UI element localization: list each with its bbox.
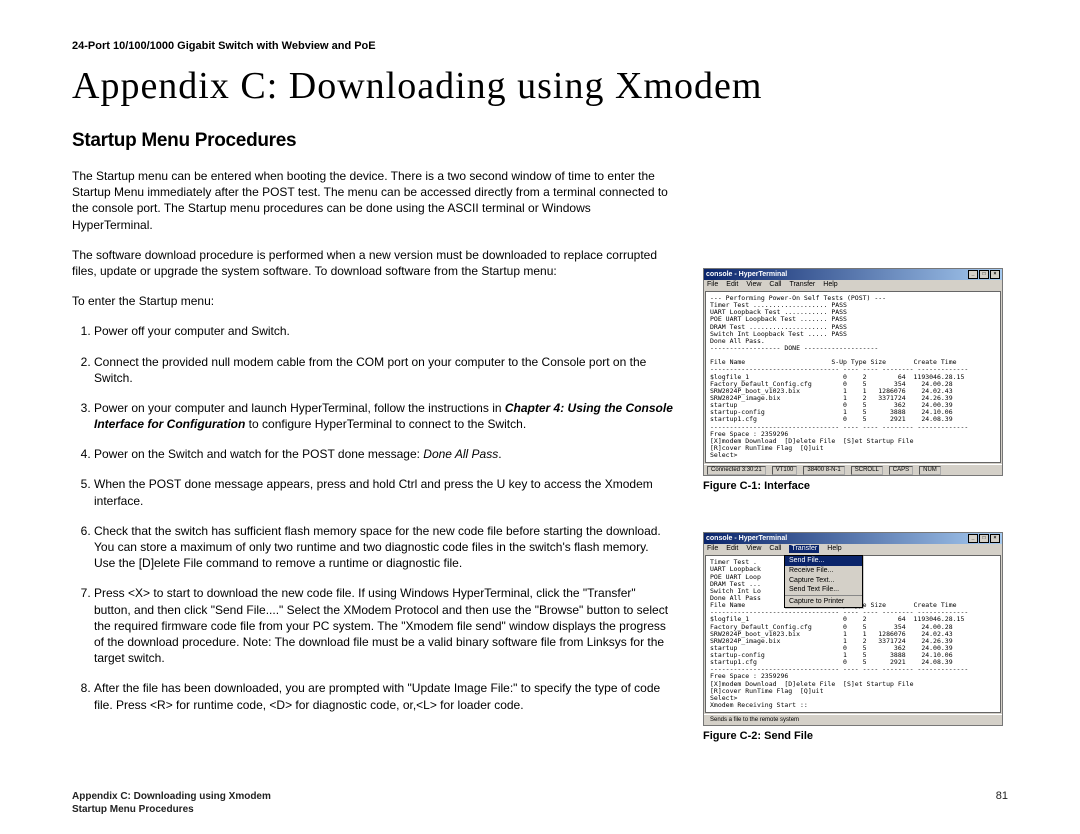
appendix-title: Appendix C: Downloading using Xmodem <box>72 64 1008 108</box>
step-4: Power on the Switch and watch for the PO… <box>94 446 673 462</box>
menu-edit: Edit <box>726 281 738 289</box>
text-column: The Startup menu can be entered when boo… <box>72 168 673 782</box>
para-3: To enter the Startup menu: <box>72 293 673 309</box>
figure-column: console - HyperTerminal _ □ × File Edit … <box>703 168 1008 782</box>
step-4b: Done All Pass <box>423 447 498 461</box>
page-footer: Appendix C: Downloading using Xmodem Sta… <box>72 790 1008 816</box>
step-5: When the POST done message appears, pres… <box>94 476 673 508</box>
dropdown-receive-file: Receive File... <box>785 566 862 576</box>
figure-c2: console - HyperTerminal _ □ × File Edit … <box>703 532 1008 742</box>
menubar-1: File Edit View Call Transfer Help <box>704 280 1002 290</box>
transfer-dropdown: Send File... Receive File... Capture Tex… <box>784 555 863 607</box>
menu-view: View <box>746 545 761 553</box>
status-hint: Sends a file to the remote system <box>707 717 802 724</box>
menu-transfer: Transfer <box>789 281 815 289</box>
menu-help: Help <box>827 545 841 553</box>
step-3c: to configure HyperTerminal to connect to… <box>245 417 526 431</box>
step-7: Press <X> to start to download the new c… <box>94 585 673 666</box>
statusbar-1: Connected 3:30:21 VT100 38400 8-N-1 SCRO… <box>704 464 1002 475</box>
hyperterminal-window-2: console - HyperTerminal _ □ × File Edit … <box>703 532 1003 726</box>
section-heading: Startup Menu Procedures <box>72 130 1008 152</box>
para-2: The software download procedure is perfo… <box>72 247 673 279</box>
menu-transfer-open: Transfer <box>789 545 819 553</box>
titlebar-2: console - HyperTerminal _ □ × <box>704 533 1002 544</box>
footer-line1: Appendix C: Downloading using Xmodem <box>72 790 271 803</box>
statusbar-2: Sends a file to the remote system <box>704 714 1002 725</box>
figure-c1-caption: Figure C-1: Interface <box>703 480 1008 492</box>
status-caps: CAPS <box>889 466 913 475</box>
figure-c1: console - HyperTerminal _ □ × File Edit … <box>703 268 1008 492</box>
titlebar-1: console - HyperTerminal _ □ × <box>704 269 1002 280</box>
menubar-2: File Edit View Call Transfer Help <box>704 544 1002 554</box>
minimize-icon: _ <box>968 270 978 279</box>
dropdown-send-file: Send File... <box>785 556 862 566</box>
step-list: Power off your computer and Switch. Conn… <box>72 323 673 712</box>
maximize-icon: □ <box>979 270 989 279</box>
menu-call: Call <box>769 545 781 553</box>
close-icon: × <box>990 270 1000 279</box>
window-title-2: console - HyperTerminal <box>706 535 787 543</box>
menu-call: Call <box>769 281 781 289</box>
footer-line2: Startup Menu Procedures <box>72 803 271 816</box>
menu-edit: Edit <box>726 545 738 553</box>
hyperterminal-window-1: console - HyperTerminal _ □ × File Edit … <box>703 268 1003 476</box>
running-header: 24-Port 10/100/1000 Gigabit Switch with … <box>72 40 1008 52</box>
terminal-output-1: --- Performing Power-On Self Tests (POST… <box>705 291 1001 463</box>
step-3a: Power on your computer and launch HyperT… <box>94 401 505 415</box>
status-num: NUM <box>919 466 941 475</box>
figure-c2-caption: Figure C-2: Send File <box>703 730 1008 742</box>
two-column-layout: The Startup menu can be entered when boo… <box>72 168 1008 782</box>
dropdown-send-text-file: Send Text File... <box>785 585 862 595</box>
dropdown-capture-printer: Capture to Printer <box>785 597 862 607</box>
menu-file: File <box>707 545 718 553</box>
terminal-top: Timer Test . UART Loopback POE UART Loop… <box>710 558 765 602</box>
menu-view: View <box>746 281 761 289</box>
step-4a: Power on the Switch and watch for the PO… <box>94 447 423 461</box>
page: 24-Port 10/100/1000 Gigabit Switch with … <box>0 0 1080 834</box>
terminal-bottom: File Name S-Up Type Size Create Time ---… <box>710 601 968 709</box>
menu-file: File <box>707 281 718 289</box>
step-4c: . <box>498 447 501 461</box>
step-3: Power on your computer and launch HyperT… <box>94 400 673 432</box>
para-1: The Startup menu can be entered when boo… <box>72 168 673 233</box>
window-title-1: console - HyperTerminal <box>706 271 787 279</box>
status-emul: VT100 <box>772 466 798 475</box>
maximize-icon: □ <box>979 534 989 543</box>
close-icon: × <box>990 534 1000 543</box>
status-conn: Connected 3:30:21 <box>707 466 766 475</box>
step-8: After the file has been downloaded, you … <box>94 680 673 712</box>
step-1: Power off your computer and Switch. <box>94 323 673 339</box>
page-number: 81 <box>996 790 1008 816</box>
dropdown-capture-text: Capture Text... <box>785 576 862 586</box>
step-6: Check that the switch has sufficient fla… <box>94 523 673 572</box>
minimize-icon: _ <box>968 534 978 543</box>
step-2: Connect the provided null modem cable fr… <box>94 354 673 386</box>
status-baud: 38400 8-N-1 <box>803 466 844 475</box>
footer-left: Appendix C: Downloading using Xmodem Sta… <box>72 790 271 816</box>
menu-help: Help <box>823 281 837 289</box>
status-scroll: SCROLL <box>851 466 883 475</box>
